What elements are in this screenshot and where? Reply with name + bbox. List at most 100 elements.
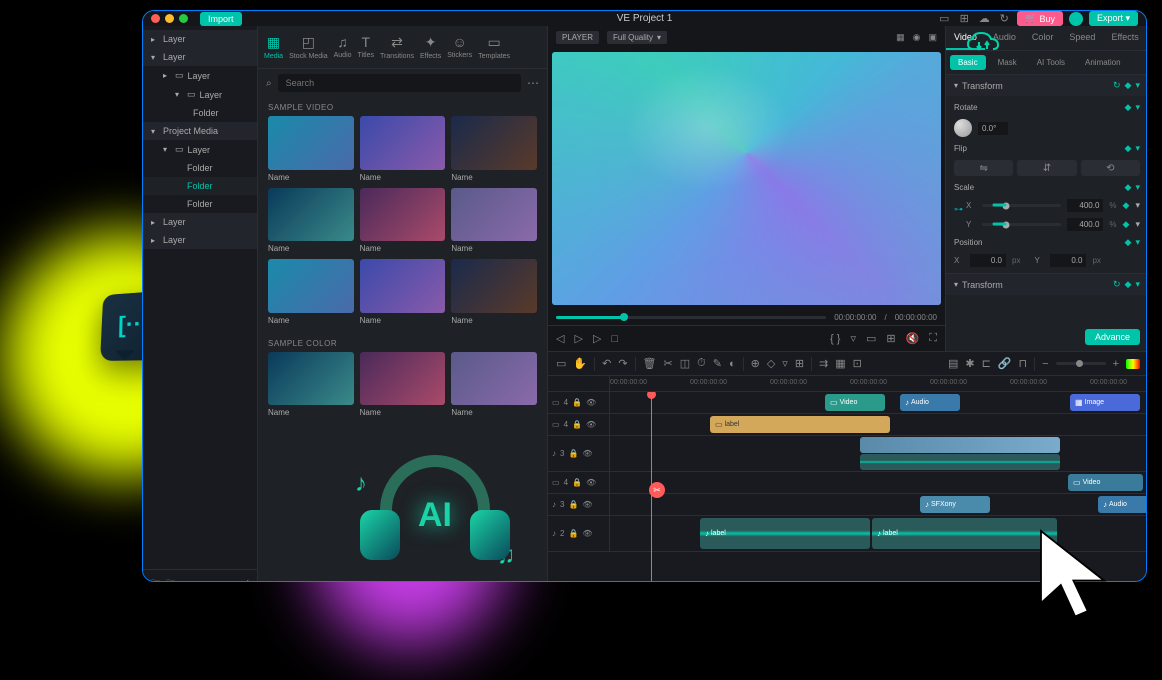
media-thumbnail[interactable]: Name [360, 259, 446, 325]
visibility-icon[interactable]: 👁 [582, 500, 592, 509]
tree-item[interactable]: Folder [143, 159, 257, 177]
link-icon[interactable]: 🔗 [998, 357, 1012, 370]
tab-stickers[interactable]: ☺Stickers [445, 30, 474, 64]
timeline-ruler[interactable]: 00:00:00:0000:00:00:0000:00:00:0000:00:0… [548, 376, 1147, 392]
user-avatar[interactable] [1069, 12, 1083, 26]
inspector-tab-speed[interactable]: Speed [1061, 26, 1103, 50]
grid-icon[interactable]: ⊞ [957, 12, 971, 26]
maximize-window-icon[interactable] [179, 14, 188, 23]
visibility-icon[interactable]: 👁 [586, 478, 596, 487]
tree-item[interactable]: ▾Layer [143, 48, 257, 66]
import-button[interactable]: Import [200, 12, 242, 26]
scale-x-value[interactable]: 400.0 [1067, 199, 1103, 212]
export-button[interactable]: Export ▾ [1089, 11, 1138, 26]
lock-icon[interactable]: 🔒 [572, 478, 582, 487]
tree-item[interactable]: ▸Layer [143, 30, 257, 48]
marker-tool-icon[interactable]: ▿ [782, 357, 788, 370]
cut-marker-icon[interactable]: ✂ [649, 482, 665, 498]
lock-icon[interactable]: 🔒 [568, 529, 578, 538]
rotate-value[interactable]: 0.0° [978, 122, 1008, 135]
advance-button[interactable]: Advance [1085, 329, 1140, 345]
tab-transitions[interactable]: ⇄Transitions [378, 30, 416, 64]
video-preview[interactable] [552, 52, 941, 305]
tab-audio[interactable]: ♫Audio [332, 30, 354, 64]
tree-item[interactable]: Folder [143, 104, 257, 122]
split-icon[interactable]: ✂ [664, 357, 673, 370]
tree-item[interactable]: ▾Project Media [143, 122, 257, 140]
audio-waveform-clip[interactable] [860, 454, 1060, 470]
lock-icon[interactable]: 🔒 [568, 449, 578, 458]
marker-icon[interactable]: ▿ [850, 332, 856, 345]
window-controls[interactable] [151, 14, 188, 23]
zoom-in-icon[interactable]: + [1113, 358, 1119, 370]
color-icon[interactable]: ◐ [729, 358, 736, 370]
audio-clip-2[interactable]: ♪Audio [1098, 496, 1147, 513]
grid-view-icon[interactable]: ⊞ [886, 332, 895, 345]
visibility-icon[interactable]: 👁 [582, 449, 592, 458]
eye-icon[interactable]: ◉ [913, 32, 921, 43]
collapse-icon[interactable]: ‹ [246, 576, 249, 582]
track-type-icon[interactable]: ♪ [552, 449, 556, 458]
track-type-icon[interactable]: ▭ [552, 398, 560, 407]
buy-button[interactable]: 🛒Buy [1017, 11, 1063, 26]
next-frame-icon[interactable]: ▷ [593, 332, 601, 345]
visibility-icon[interactable]: 👁 [582, 529, 592, 538]
delete-icon[interactable]: 🗑 [643, 357, 657, 370]
tree-item[interactable]: ▸Layer [143, 213, 257, 231]
sfx-clip[interactable]: ♪SFXony [920, 496, 990, 513]
pos-x-value[interactable]: 0.0 [970, 254, 1006, 267]
label-clip[interactable]: ▭label [710, 416, 890, 433]
track-type-icon[interactable]: ▭ [552, 420, 560, 429]
media-thumbnail[interactable]: Name [451, 352, 537, 418]
tab-templates[interactable]: ▭Templates [476, 30, 512, 64]
history-icon[interactable]: ↻ [997, 12, 1011, 26]
quality-dropdown[interactable]: Full Quality▾ [607, 31, 667, 44]
track-type-icon[interactable]: ♪ [552, 529, 556, 538]
folder-icon[interactable]: 🗀 [151, 576, 160, 582]
stop-icon[interactable]: □ [611, 333, 618, 345]
minimize-window-icon[interactable] [165, 14, 174, 23]
hand-tool-icon[interactable]: ✋ [573, 357, 587, 370]
magnet-icon[interactable]: ⊓ [1019, 357, 1028, 370]
visibility-icon[interactable]: 👁 [586, 398, 596, 407]
snap-icon[interactable]: ⊏ [982, 357, 991, 370]
mute-icon[interactable]: 🔇 [906, 332, 920, 345]
tab-media[interactable]: ▦Media [262, 30, 285, 64]
transform-section-header[interactable]: ▾ Transform ↻◆▾ [946, 75, 1147, 96]
media-thumbnail[interactable]: Name [360, 116, 446, 182]
media-thumbnail[interactable]: Name [360, 188, 446, 254]
tree-item[interactable]: ▸Layer [143, 231, 257, 249]
more-options-icon[interactable]: ⋯ [527, 76, 539, 90]
video-clip[interactable]: ▭Video [825, 394, 885, 411]
audio-wave-clip-2[interactable]: ♪label [872, 518, 1057, 549]
flip-horizontal-button[interactable]: ⇋ [954, 160, 1013, 176]
media-thumbnail[interactable]: Name [360, 352, 446, 418]
fullscreen-icon[interactable]: ⛶ [929, 332, 937, 345]
track-type-icon[interactable]: ▭ [552, 478, 560, 487]
track-type-icon[interactable]: ♪ [552, 500, 556, 509]
edit-icon[interactable]: ✎ [713, 357, 722, 370]
inspector-tab-color[interactable]: Color [1024, 26, 1062, 50]
keyframe-icon[interactable]: ◆ [1125, 102, 1132, 113]
transform-section-2[interactable]: ▾ Transform ↻◆▾ [946, 274, 1147, 295]
media-thumbnail[interactable]: Name [451, 259, 537, 325]
audio-clip[interactable]: ♪Audio [900, 394, 960, 411]
tree-item[interactable]: Folder [143, 177, 257, 195]
crop-icon[interactable]: ◫ [680, 357, 690, 370]
brackets-icon[interactable]: { } [830, 333, 840, 345]
keyframe-icon[interactable]: ◆ [1125, 143, 1132, 154]
ripple-icon[interactable]: ⇉ [819, 357, 828, 370]
settings-icon[interactable]: ▣ [928, 32, 937, 43]
flip-both-button[interactable]: ⟲ [1081, 160, 1140, 176]
media-search-input[interactable] [278, 74, 521, 92]
reset-icon[interactable]: ↻ [1113, 279, 1121, 290]
inspector-subtab-ai-tools[interactable]: AI Tools [1029, 55, 1073, 70]
prev-frame-icon[interactable]: ◁ [556, 332, 564, 345]
rotate-dial[interactable] [954, 119, 972, 137]
add-icon[interactable]: ▾ [1135, 80, 1140, 91]
display-icon[interactable]: ▭ [866, 332, 876, 345]
render-icon[interactable]: ▤ [948, 357, 958, 370]
close-window-icon[interactable] [151, 14, 160, 23]
tab-effects[interactable]: ✦Effects [418, 30, 443, 64]
tab-titles[interactable]: TTitles [356, 30, 376, 64]
